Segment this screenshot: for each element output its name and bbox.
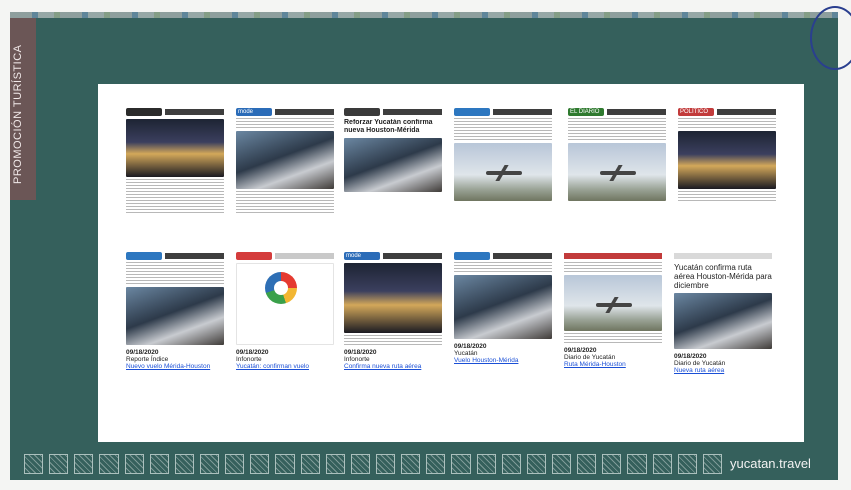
- clipping-source: Diario de Yucatán: [564, 354, 616, 361]
- clipping-photo: [678, 131, 776, 189]
- clipping-source: Yucatán: [454, 350, 478, 357]
- newspaper-logo: [454, 108, 490, 116]
- clipping-headline: Reforzar Yucatán confirma nueva Houston-…: [344, 119, 433, 134]
- clipping-card[interactable]: mode 09/18/2020 Infonorte Confirma nueva…: [344, 252, 442, 371]
- clipping-link[interactable]: Nuevo vuelo Mérida-Houston: [126, 363, 224, 371]
- newspaper-logo: POLÍTICO: [678, 108, 714, 116]
- clipping-photo: [568, 143, 666, 201]
- clipping-link[interactable]: Ruta Mérida-Houston: [564, 361, 662, 369]
- clipping-photo: [344, 138, 442, 192]
- clipping-link[interactable]: Vuelo Houston-Mérida: [454, 357, 552, 365]
- clipping-date: 09/18/2020: [674, 353, 707, 360]
- clipping-card[interactable]: POLÍTICO: [678, 108, 776, 201]
- newspaper-logo: [344, 108, 380, 116]
- clipping-card[interactable]: 09/18/2020 Diario de Yucatán Ruta Mérida…: [564, 252, 662, 369]
- clipping-link[interactable]: Confirma nueva ruta aérea: [344, 363, 442, 371]
- newspaper-logo: mode: [344, 252, 380, 260]
- clipping-source: Infonorte: [344, 356, 370, 363]
- clipping-link[interactable]: Yucatán: confirman vuelo: [236, 363, 334, 371]
- press-clippings-panel: mode Reforzar Yucatán confirma nueva Hou…: [98, 84, 804, 442]
- clipping-photo: [674, 293, 772, 349]
- clipping-card[interactable]: mode: [236, 108, 334, 213]
- clipping-photo: [126, 287, 224, 345]
- clipping-photo: [126, 119, 224, 177]
- clipping-source: Diario de Yucatán: [674, 360, 726, 367]
- airplane-icon: [600, 171, 636, 175]
- hand-drawn-circle: [810, 6, 851, 70]
- clipping-date: 09/18/2020: [344, 349, 377, 356]
- newspaper-logo: mode: [236, 108, 272, 116]
- slide-background: PROMOCIÓN TURÍSTICA mode Reforzar Yucatá…: [10, 6, 851, 480]
- newspaper-logo: EL DIARIO: [568, 108, 604, 116]
- sidebar-label: PROMOCIÓN TURÍSTICA: [12, 44, 24, 184]
- clipping-source: Infonorte: [236, 356, 262, 363]
- clipping-photo: [564, 275, 662, 331]
- clipping-date: 09/18/2020: [454, 343, 487, 350]
- clipping-date: 09/18/2020: [126, 349, 159, 356]
- clipping-card[interactable]: Yucatán confirma ruta aérea Houston-Méri…: [674, 252, 772, 375]
- airplane-icon: [486, 171, 522, 175]
- top-decorative-strip: [10, 12, 838, 18]
- clipping-photo: [236, 131, 334, 189]
- clipping-card[interactable]: [126, 108, 224, 213]
- clipping-link[interactable]: Nueva ruta aérea: [674, 367, 772, 375]
- clipping-photo: [454, 143, 552, 201]
- clipping-headline: Yucatán confirma ruta aérea Houston-Méri…: [674, 263, 772, 290]
- newspaper-logo: [236, 252, 272, 260]
- clipping-card[interactable]: EL DIARIO: [568, 108, 666, 201]
- newspaper-logo: [126, 252, 162, 260]
- clipping-photo: [454, 275, 552, 339]
- clipping-card[interactable]: [454, 108, 552, 201]
- newspaper-logo: [454, 252, 490, 260]
- airplane-icon: [596, 303, 632, 307]
- clipping-photo: [344, 263, 442, 333]
- clipping-card[interactable]: 09/18/2020 Yucatán Vuelo Houston-Mérida: [454, 252, 552, 365]
- clipping-card[interactable]: 09/18/2020 Infonorte Yucatán: confirman …: [236, 252, 334, 371]
- clipping-date: 09/18/2020: [564, 347, 597, 354]
- brand-label: yucatan.travel: [730, 456, 811, 471]
- logo-ring-icon: [265, 272, 297, 304]
- clipping-photo: [236, 263, 334, 345]
- newspaper-logo: [126, 108, 162, 116]
- clipping-source: Reporte Índice: [126, 356, 169, 363]
- clipping-card[interactable]: Reforzar Yucatán confirma nueva Houston-…: [344, 108, 442, 192]
- bottom-pattern-strip: [24, 454, 722, 474]
- clipping-date: 09/18/2020: [236, 349, 269, 356]
- sidebar-banner: PROMOCIÓN TURÍSTICA: [10, 18, 36, 200]
- clipping-card[interactable]: 09/18/2020 Reporte Índice Nuevo vuelo Mé…: [126, 252, 224, 371]
